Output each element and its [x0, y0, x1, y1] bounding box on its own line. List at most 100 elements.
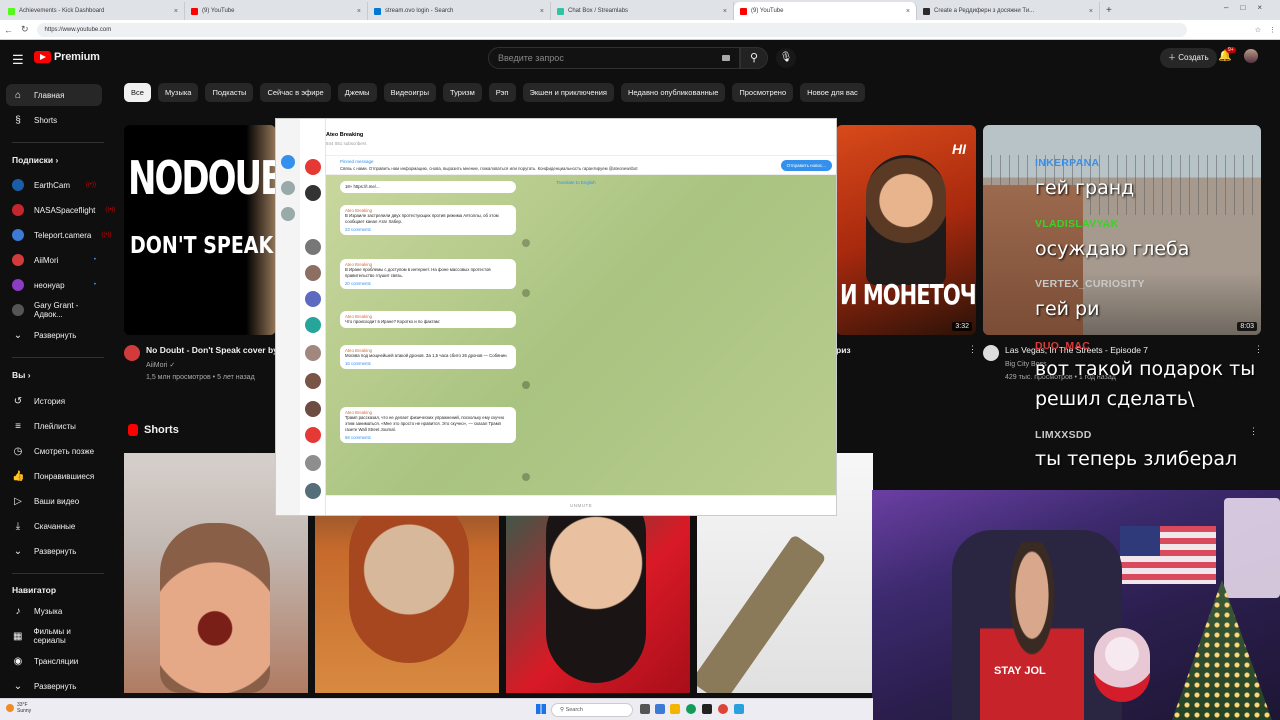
sidebar-sub-aiimori[interactable]: AiiMori •	[6, 249, 102, 271]
close-tab-icon[interactable]: ×	[906, 8, 910, 15]
keyboard-icon[interactable]	[722, 55, 730, 61]
mic-icon[interactable]: 🎙	[776, 48, 796, 68]
sidebar-item-music[interactable]: ♪ Музыка	[6, 600, 102, 622]
message-bubble[interactable]: Ateo Breaking Трамп рассказал, что не дел…	[340, 407, 516, 443]
chat-avatar[interactable]	[305, 317, 321, 333]
chat-avatar[interactable]	[305, 345, 321, 361]
chip[interactable]: Экшен и приключения	[522, 83, 614, 102]
video-thumbnail[interactable]: NODOUBT DON'T SPEAK	[124, 125, 276, 335]
telegram-window[interactable]: Ateo Breaking 844 081 subscribers Pinned…	[276, 119, 836, 515]
chip[interactable]: Музыка	[157, 83, 199, 102]
chip[interactable]: Подкасты	[205, 83, 254, 102]
forward-icon[interactable]	[522, 473, 530, 481]
video-thumbnail[interactable]: HI И МОНЕТОЧКИ 3:32	[836, 125, 976, 335]
sidebar-sub-nasaspaceflight[interactable]: NASASpaceflight ((•))	[6, 199, 115, 221]
forward-icon[interactable]	[522, 381, 530, 389]
close-tab-icon[interactable]: ×	[540, 8, 544, 15]
close-tab-icon[interactable]: ×	[357, 8, 361, 15]
chat-avatar[interactable]	[305, 239, 321, 255]
sidebar-subs-expand[interactable]: ⌄ Развернуть	[6, 324, 102, 346]
chrome-icon[interactable]	[718, 704, 728, 714]
windows-start-icon[interactable]	[536, 704, 546, 714]
sidebar-item-downloads[interactable]: ⤓ Скачанные	[6, 515, 102, 537]
pinned-action-button[interactable]: Отправить новос...	[780, 160, 832, 171]
close-tab-icon[interactable]: ×	[1089, 8, 1093, 15]
message-bubble[interactable]: Ateo Breaking В Иране проблемы с доступом…	[340, 259, 516, 289]
edge-icon[interactable]	[686, 704, 696, 714]
app-icon[interactable]	[655, 704, 665, 714]
forward-icon[interactable]	[522, 289, 530, 297]
window-controls[interactable]: –□×	[1224, 3, 1274, 12]
video-channel[interactable]: AiiMori ✓	[146, 361, 175, 369]
extensions-icon[interactable]: ⋮	[1269, 26, 1276, 34]
more-options-icon[interactable]: ⋮	[1249, 426, 1258, 437]
sidebar-item-home[interactable]: ⌂ Главная	[6, 84, 102, 106]
sidebar-item-watch-later[interactable]: ◷ Смотреть позже	[6, 440, 102, 462]
message-bubble[interactable]: 18+ https://t.me/...	[340, 181, 516, 193]
telegram-icon[interactable]	[734, 704, 744, 714]
chat-avatar[interactable]	[305, 265, 321, 281]
sidebar-item-your-videos[interactable]: ▷ Ваши видео	[6, 490, 102, 512]
chip[interactable]: Джемы	[337, 83, 377, 102]
folder-icon[interactable]	[281, 207, 295, 221]
chip[interactable]: Рэп	[488, 83, 516, 102]
close-tab-icon[interactable]: ×	[723, 8, 727, 15]
chat-avatar[interactable]	[305, 455, 321, 471]
sidebar-nav-expand[interactable]: ⌄ Развернуть	[6, 675, 102, 697]
video-title[interactable]: риз	[836, 345, 851, 355]
weather-widget[interactable]: 33°F Sunny	[6, 702, 31, 714]
chip[interactable]: Новое для вас	[800, 83, 865, 102]
chat-avatar[interactable]	[305, 401, 321, 417]
star-icon[interactable]: ☆	[1255, 26, 1261, 34]
reload-icon[interactable]: ↻	[21, 24, 29, 35]
browser-tab[interactable]: Create a Реддиферн з досяжни Ти... ×	[917, 2, 1100, 20]
video-title[interactable]: No Doubt - Don't Speak cover by Ai Mori	[146, 345, 276, 355]
sidebar-item-shorts[interactable]: § Shorts	[6, 109, 102, 131]
browser-tab-active[interactable]: (9) YouTube ×	[734, 2, 917, 20]
chip[interactable]: Туризм	[442, 83, 482, 102]
chat-avatar[interactable]	[305, 185, 321, 201]
sidebar-item-live[interactable]: ◉ Трансляции	[6, 650, 102, 672]
create-button[interactable]: ＋ Создать	[1160, 48, 1217, 68]
browser-tab[interactable]: Achievements - Kick Dashboard ×	[2, 2, 185, 20]
more-options-icon[interactable]: ⋮	[968, 344, 977, 355]
chip[interactable]: Сейчас в эфире	[260, 83, 331, 102]
chat-avatar[interactable]	[305, 291, 321, 307]
forward-icon[interactable]	[522, 239, 530, 247]
chip[interactable]: Просмотрено	[732, 83, 794, 102]
video-thumbnail[interactable]: 8:03	[983, 125, 1261, 335]
more-options-icon[interactable]: ⋮	[1254, 344, 1263, 355]
back-icon[interactable]: ←	[4, 25, 13, 35]
message-bubble[interactable]: Ateo Breaking Что происходит в Иране? Кор…	[340, 311, 516, 328]
sidebar-item-liked[interactable]: 👍 Понравившиеся	[6, 465, 102, 487]
search-input[interactable]: Введите запрос	[488, 47, 740, 69]
avatar[interactable]	[1244, 49, 1258, 63]
chat-avatar[interactable]	[305, 159, 321, 175]
close-tab-icon[interactable]: ×	[174, 8, 178, 15]
file-explorer-icon[interactable]	[670, 704, 680, 714]
chat-avatar[interactable]	[305, 373, 321, 389]
sidebar-sub-earthcam[interactable]: EarthCam ((•))	[6, 174, 102, 196]
folder-icon[interactable]	[281, 181, 295, 195]
pinned-message[interactable]: Pinned message Связь с нами. Отправить н…	[326, 155, 836, 175]
sidebar-sub-gary-grant[interactable]: Gary Grant - Адвок...	[6, 299, 102, 321]
app-icon[interactable]	[702, 704, 712, 714]
task-view-icon[interactable]	[640, 704, 650, 714]
chip[interactable]: Недавно опубликованные	[620, 83, 726, 102]
sidebar-item-playlists[interactable]: ≡ Плейлисты	[6, 415, 102, 437]
sidebar-sub-neonuar[interactable]: неонуар •	[6, 274, 102, 296]
chip[interactable]: Видеоигры	[383, 83, 436, 102]
message-bubble[interactable]: Ateo Breaking В Израиле застрелили двух п…	[340, 205, 516, 235]
search-button[interactable]: ⚲	[740, 47, 768, 69]
channel-avatar[interactable]	[124, 345, 140, 361]
youtube-logo[interactable]: Premium	[34, 51, 100, 63]
message-bubble[interactable]: Ateo Breaking Москва под мощнейшей атакой…	[340, 345, 516, 369]
new-tab-button[interactable]: +	[1100, 2, 1118, 20]
menu-icon[interactable]: ☰	[12, 52, 24, 68]
chat-avatar[interactable]	[305, 483, 321, 499]
channel-title[interactable]: Ateo Breaking	[326, 132, 363, 138]
browser-tab[interactable]: stream.ovo login - Search ×	[368, 2, 551, 20]
chip-all[interactable]: Все	[124, 83, 151, 102]
sidebar-you-expand[interactable]: ⌄ Развернуть	[6, 540, 102, 562]
you-heading[interactable]: Вы ›	[12, 370, 31, 380]
